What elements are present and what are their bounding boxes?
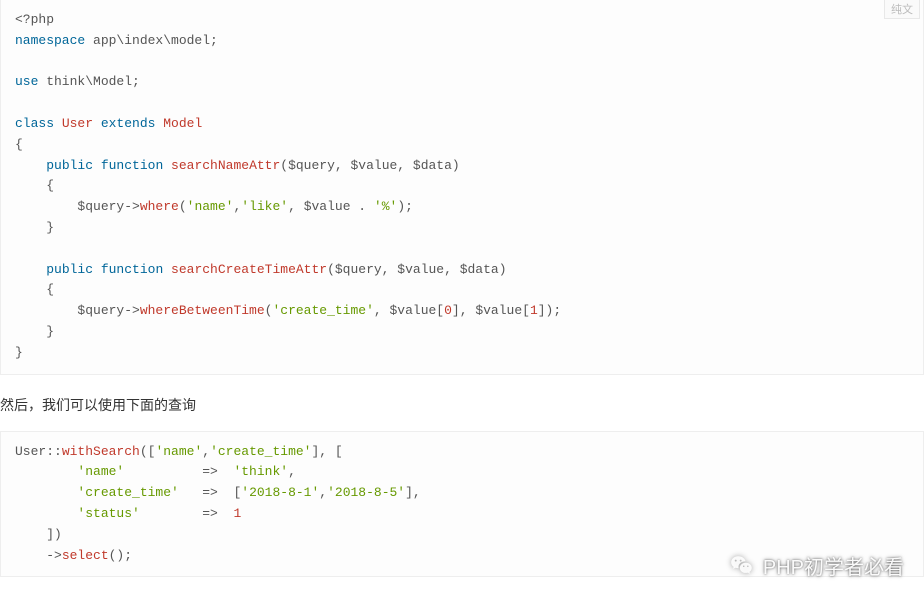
- string: 'name': [77, 464, 124, 479]
- keyword: class: [15, 116, 54, 131]
- punct: ,: [288, 464, 296, 479]
- brace: }: [15, 220, 54, 235]
- code-text: think\Model;: [38, 74, 139, 89]
- pad: [15, 464, 77, 479]
- string: 'name': [155, 444, 202, 459]
- keyword: extends: [101, 116, 156, 131]
- method: withSearch: [62, 444, 140, 459]
- brace: {: [15, 178, 54, 193]
- punct: (: [179, 199, 187, 214]
- pad: [15, 485, 77, 500]
- punct: ],: [405, 485, 421, 500]
- function-name: searchCreateTimeAttr: [163, 262, 327, 277]
- code-text: $query->: [15, 303, 140, 318]
- prose-text: 然后，我们可以使用下面的查询: [0, 375, 924, 431]
- method: where: [140, 199, 179, 214]
- args: ($query, $value, $data): [280, 158, 459, 173]
- punct: ,: [319, 485, 327, 500]
- punct: ]): [15, 527, 62, 542]
- punct: ], [: [311, 444, 342, 459]
- brace: {: [15, 137, 23, 152]
- code-text: User::: [15, 444, 62, 459]
- string: 'think': [233, 464, 288, 479]
- code-text: , $value[: [374, 303, 444, 318]
- punct: ();: [109, 548, 132, 563]
- keyword: public: [46, 158, 93, 173]
- code-block-1: <?php namespace app\index\model; use thi…: [0, 0, 924, 375]
- keyword: namespace: [15, 33, 85, 48]
- class-name: User: [54, 116, 101, 131]
- string: '2018-8-1': [241, 485, 319, 500]
- code-text: $query->: [15, 199, 140, 214]
- arrow: => [: [179, 485, 241, 500]
- keyword: public: [46, 262, 93, 277]
- punct: ([: [140, 444, 156, 459]
- code-text: ]);: [538, 303, 561, 318]
- code-text: , $value .: [288, 199, 374, 214]
- number: 1: [530, 303, 538, 318]
- keyword: function: [93, 262, 163, 277]
- code-block-2: User::withSearch(['name','create_time'],…: [0, 431, 924, 578]
- code-text: <?php: [15, 12, 54, 27]
- arrow: =>: [140, 506, 234, 521]
- method: select: [62, 548, 109, 563]
- pad: [15, 506, 77, 521]
- keyword: use: [15, 74, 38, 89]
- brace: {: [15, 282, 54, 297]
- corner-tab: 纯文: [884, 0, 920, 19]
- arrow: =>: [124, 464, 233, 479]
- punct: ,: [202, 444, 210, 459]
- string: 'status': [77, 506, 139, 521]
- string: 'like': [241, 199, 288, 214]
- code-text: app\index\model;: [85, 33, 218, 48]
- number: 0: [444, 303, 452, 318]
- number: 1: [233, 506, 241, 521]
- string: 'name': [187, 199, 234, 214]
- method: whereBetweenTime: [140, 303, 265, 318]
- brace: }: [15, 345, 23, 360]
- args: ($query, $value, $data): [327, 262, 506, 277]
- function-name: searchNameAttr: [163, 158, 280, 173]
- string: 'create_time': [210, 444, 311, 459]
- class-name: Model: [155, 116, 202, 131]
- keyword: function: [93, 158, 163, 173]
- string: '%': [374, 199, 397, 214]
- code-text: ], $value[: [452, 303, 530, 318]
- punct: );: [397, 199, 413, 214]
- code-text: ->: [15, 548, 62, 563]
- string: 'create_time': [272, 303, 373, 318]
- string: '2018-8-5': [327, 485, 405, 500]
- string: 'create_time': [77, 485, 178, 500]
- brace: }: [15, 324, 54, 339]
